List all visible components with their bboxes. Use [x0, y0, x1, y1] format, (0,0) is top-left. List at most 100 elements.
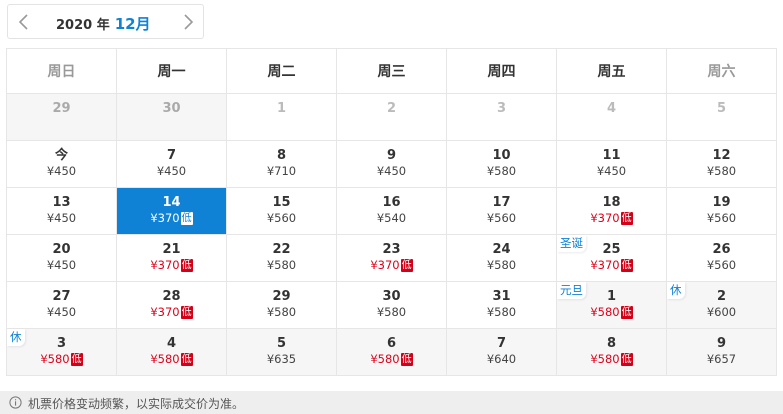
calendar-week: 13 ¥450 14 ¥370 低 15 ¥560 16 ¥540 17 ¥560 18 ¥370 低 19…	[6, 187, 777, 235]
calendar-day-cell: 30	[116, 93, 227, 141]
low-price-badge: 低	[620, 212, 633, 225]
day-price: ¥370 低	[337, 258, 446, 273]
day-price: ¥370 低	[117, 211, 226, 226]
calendar-day-cell[interactable]: 13 ¥450	[6, 187, 117, 235]
day-price: ¥580	[227, 305, 336, 320]
calendar-day-cell[interactable]: 15 ¥560	[226, 187, 337, 235]
calendar-week: 今 ¥450 7 ¥450 8 ¥710 9 ¥450 10 ¥580 11 ¥450 12 ¥580	[6, 140, 777, 188]
price-value: ¥450	[46, 211, 77, 225]
day-number: 3	[496, 101, 507, 116]
calendar-day-cell[interactable]: 4 ¥580 低	[116, 328, 227, 376]
calendar-day-cell[interactable]: 31 ¥580	[446, 281, 557, 329]
day-number: 今	[54, 148, 68, 163]
calendar-day-cell[interactable]: 7 ¥640	[446, 328, 557, 376]
day-number: 5	[276, 336, 287, 351]
day-number: 16	[382, 195, 401, 210]
calendar-day-cell[interactable]: 20 ¥450	[6, 234, 117, 282]
day-number: 9	[386, 148, 397, 163]
day-number: 6	[386, 336, 397, 351]
day-number: 19	[712, 195, 731, 210]
prev-month-button[interactable]	[16, 12, 32, 32]
low-price-badge: 低	[620, 353, 633, 366]
calendar-day-cell[interactable]: 12 ¥580	[666, 140, 777, 188]
day-price: ¥450	[557, 164, 666, 179]
day-price: ¥370 低	[117, 305, 226, 320]
month-label: 12月	[114, 15, 151, 33]
next-month-button[interactable]	[180, 12, 196, 32]
calendar-day-cell[interactable]: 5 ¥635	[226, 328, 337, 376]
calendar-day-cell[interactable]: 23 ¥370 低	[336, 234, 447, 282]
calendar-day-cell[interactable]: 9 ¥450	[336, 140, 447, 188]
calendar-day-cell[interactable]: 19 ¥560	[666, 187, 777, 235]
calendar-day-cell[interactable]: 22 ¥580	[226, 234, 337, 282]
day-price: ¥450	[7, 164, 116, 179]
weekday-header: 周日 周一 周二 周三 周四 周五 周六	[6, 48, 777, 94]
price-value: ¥580	[266, 258, 297, 272]
calendar-day-cell[interactable]: 今 ¥450	[6, 140, 117, 188]
calendar-day-cell[interactable]: 30 ¥580	[336, 281, 447, 329]
day-number: 9	[716, 336, 727, 351]
calendar-day-cell[interactable]: 24 ¥580	[446, 234, 557, 282]
day-number: 28	[162, 289, 181, 304]
weekday-thu: 周四	[446, 48, 557, 94]
price-notice: 机票价格变动频繁，以实际成交价为准。	[28, 397, 245, 411]
calendar-day-cell[interactable]: 10 ¥580	[446, 140, 557, 188]
price-value: ¥580	[486, 164, 517, 178]
calendar-day-cell[interactable]: 18 ¥370 低	[556, 187, 667, 235]
calendar-day-cell[interactable]: 元旦 1 ¥580 低	[556, 281, 667, 329]
day-price: ¥580	[447, 258, 556, 273]
calendar-day-cell: 2	[336, 93, 447, 141]
calendar-day-cell[interactable]: 休 3 ¥580 低	[6, 328, 117, 376]
price-value: ¥580	[706, 164, 737, 178]
calendar-day-cell[interactable]: 28 ¥370 低	[116, 281, 227, 329]
price-value: ¥370	[370, 258, 400, 272]
day-price: ¥450	[7, 305, 116, 320]
day-price: ¥580 低	[117, 352, 226, 367]
price-value: ¥450	[156, 164, 187, 178]
calendar-day-cell[interactable]: 圣诞 25 ¥370 低	[556, 234, 667, 282]
calendar-day-cell[interactable]: 27 ¥450	[6, 281, 117, 329]
calendar-day-cell[interactable]: 11 ¥450	[556, 140, 667, 188]
day-number: 30	[162, 101, 181, 116]
weekday-sat: 周六	[666, 48, 777, 94]
day-number: 10	[492, 148, 511, 163]
calendar-day-cell[interactable]: 6 ¥580 低	[336, 328, 447, 376]
price-value: ¥370	[150, 305, 180, 319]
price-value: ¥450	[376, 164, 407, 178]
day-price: ¥635	[227, 352, 336, 367]
price-value: ¥540	[376, 211, 407, 225]
calendar-day-cell[interactable]: 8 ¥580 低	[556, 328, 667, 376]
calendar-day-cell[interactable]: 17 ¥560	[446, 187, 557, 235]
day-price: ¥580 低	[557, 305, 666, 320]
day-number: 22	[272, 242, 291, 257]
day-price: ¥560	[667, 211, 776, 226]
day-number: 4	[606, 101, 617, 116]
calendar-day-cell: 29	[6, 93, 117, 141]
day-price: ¥540	[337, 211, 446, 226]
calendar-day-cell[interactable]: 9 ¥657	[666, 328, 777, 376]
calendar-day-cell[interactable]: 7 ¥450	[116, 140, 227, 188]
day-number: 27	[52, 289, 71, 304]
calendar-day-cell[interactable]: 16 ¥540	[336, 187, 447, 235]
calendar-day-cell[interactable]: 21 ¥370 低	[116, 234, 227, 282]
calendar-day-cell: 5	[666, 93, 777, 141]
day-price: ¥600	[667, 305, 776, 320]
weekday-mon: 周一	[116, 48, 227, 94]
day-number: 15	[272, 195, 291, 210]
calendar-day-cell[interactable]: 休 2 ¥600	[666, 281, 777, 329]
price-value: ¥580	[40, 352, 70, 366]
calendar-day-cell[interactable]: 26 ¥560	[666, 234, 777, 282]
chevron-right-icon	[184, 14, 194, 30]
calendar-day-cell[interactable]: 29 ¥580	[226, 281, 337, 329]
calendar-day-cell-selected[interactable]: 14 ¥370 低	[116, 187, 227, 235]
day-number: 5	[716, 101, 727, 116]
day-number: 12	[712, 148, 731, 163]
month-title: 2020 年 12月	[56, 13, 151, 33]
day-price: ¥580	[337, 305, 446, 320]
price-value: ¥580	[590, 352, 620, 366]
day-price: ¥580 低	[7, 352, 116, 367]
price-value: ¥580	[370, 352, 400, 366]
low-price-badge: 低	[70, 353, 83, 366]
footer-notice: 机票价格变动频繁，以实际成交价为准。	[0, 391, 783, 414]
calendar-day-cell[interactable]: 8 ¥710	[226, 140, 337, 188]
